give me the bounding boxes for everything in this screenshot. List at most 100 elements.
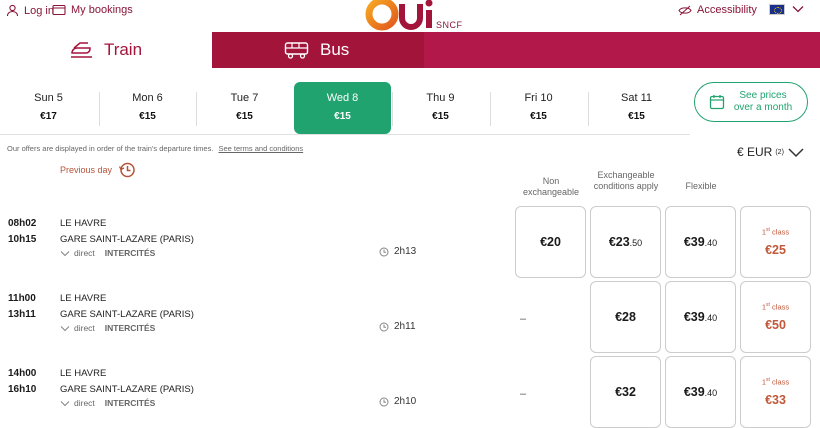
see-prices-month-button[interactable]: See prices over a month: [694, 82, 808, 122]
departure-time: 11h00: [8, 293, 36, 304]
fare-amount: €23.50: [608, 235, 643, 249]
train-type: INTERCITÉS: [104, 398, 156, 408]
date-mon-6[interactable]: Mon 6 €15: [99, 82, 196, 134]
first-class-label: 1st class: [761, 227, 790, 237]
date-sat-11[interactable]: Sat 11 €15: [588, 82, 685, 134]
accessibility-label: Accessibility: [697, 4, 757, 16]
clock-icon: [379, 322, 389, 331]
fare-first-class[interactable]: 1st class €33: [740, 356, 811, 428]
header-flexible: Flexible: [685, 181, 717, 191]
date-label: Sat 11: [621, 92, 652, 104]
fare-amount: €39.40: [683, 385, 718, 399]
date-price: €15: [139, 111, 156, 122]
first-class-label: 1st class: [761, 302, 790, 312]
journey-duration: 2h11: [379, 321, 416, 332]
fare-non-exchangeable[interactable]: €20: [515, 206, 586, 278]
date-thu-9[interactable]: Thu 9 €15: [392, 82, 489, 134]
origin-station: LE HAVRE: [60, 293, 107, 304]
fare-amount: €20: [540, 235, 561, 249]
date-label: Wed 8: [326, 92, 359, 104]
fare-amount: €39.40: [683, 310, 718, 324]
accessibility-toggle[interactable]: Accessibility: [678, 4, 757, 16]
journey-stations: LE HAVRE GARE SAINT-LAZARE (PARIS): [60, 216, 194, 248]
eye-slash-icon: [678, 5, 692, 15]
fare-flexible[interactable]: €39.40: [665, 206, 736, 278]
my-bookings-label: My bookings: [71, 4, 133, 16]
clock-back-icon: [118, 162, 135, 178]
login-link[interactable]: Log in: [6, 4, 54, 17]
fare-first-class[interactable]: 1st class €25: [740, 206, 811, 278]
fare-flexible[interactable]: €39.40: [665, 356, 736, 428]
chevron-down-icon[interactable]: [792, 5, 804, 13]
chevron-down-icon: [60, 250, 70, 256]
duration-value: 2h10: [394, 396, 417, 407]
tab-bus[interactable]: Bus: [212, 32, 820, 68]
duration-value: 2h13: [394, 246, 417, 257]
date-fri-10[interactable]: Fri 10 €15: [490, 82, 587, 134]
currency-note: (2): [775, 148, 784, 156]
login-label: Log in: [24, 4, 54, 17]
tab-bus-label: Bus: [320, 40, 350, 59]
journey-stations: LE HAVRE GARE SAINT-LAZARE (PARIS): [60, 366, 194, 398]
date-sun-5[interactable]: Sun 5 €17: [0, 82, 97, 134]
destination-station: GARE SAINT-LAZARE (PARIS): [60, 384, 194, 395]
journey-details-toggle[interactable]: direct INTERCITÉS: [60, 248, 155, 258]
chevron-down-icon: [60, 400, 70, 406]
top-bar: Log in My bookings SNCF Accessibility: [0, 0, 820, 32]
date-label: Tue 7: [230, 92, 259, 104]
date-selector: Sun 5 €17 Mon 6 €15 Tue 7 €15 Wed 8 €15 …: [0, 82, 690, 134]
destination-station: GARE SAINT-LAZARE (PARIS): [60, 309, 194, 320]
fare-amount: €50: [765, 317, 786, 332]
date-label: Mon 6: [132, 92, 163, 104]
date-tue-7[interactable]: Tue 7 €15: [196, 82, 293, 134]
journey-details-toggle[interactable]: direct INTERCITÉS: [60, 398, 155, 408]
fare-flexible[interactable]: €39.40: [665, 281, 736, 353]
first-class-label: 1st class: [761, 377, 790, 387]
chevron-down-icon: [60, 325, 70, 331]
journey-row: 08h02 10h15 LE HAVRE GARE SAINT-LAZARE (…: [0, 206, 820, 280]
previous-day-button[interactable]: Previous day: [60, 161, 136, 179]
eu-flag-icon[interactable]: [769, 4, 785, 15]
date-label: Sun 5: [34, 92, 63, 104]
currency-selector[interactable]: € EUR (2): [737, 145, 805, 159]
fare-exchangeable[interactable]: €32: [590, 356, 661, 428]
date-price: €15: [334, 111, 351, 122]
fare-first-class[interactable]: 1st class €50: [740, 281, 811, 353]
date-price: €15: [432, 111, 449, 122]
fare-exchangeable[interactable]: €23.50: [590, 206, 661, 278]
journey-duration: 2h10: [379, 396, 416, 407]
departure-time: 08h02: [8, 218, 37, 229]
journey-duration: 2h13: [379, 246, 416, 257]
train-type: INTERCITÉS: [104, 248, 156, 258]
fare-exchangeable[interactable]: €28: [590, 281, 661, 353]
arrival-time: 13h11: [8, 309, 36, 320]
ticket-icon: [52, 4, 66, 16]
clock-icon: [379, 247, 389, 256]
my-bookings-link[interactable]: My bookings: [52, 4, 133, 16]
terms-link[interactable]: See terms and conditions: [219, 144, 304, 153]
journey-type: direct: [74, 323, 95, 333]
origin-station: LE HAVRE: [60, 368, 107, 379]
journey-times: 11h00 13h11: [8, 291, 36, 323]
date-wed-8-selected[interactable]: Wed 8 €15: [294, 82, 391, 134]
chevron-down-icon: [788, 147, 804, 157]
fare-unavailable: –: [520, 388, 527, 400]
fare-amount: €28: [615, 310, 636, 324]
fare-amount: €33: [765, 392, 786, 407]
logo-sncf-text: SNCF: [436, 20, 463, 30]
clock-icon: [379, 397, 389, 406]
tab-train[interactable]: Train: [0, 32, 212, 68]
destination-station: GARE SAINT-LAZARE (PARIS): [60, 234, 194, 245]
journey-type: direct: [74, 398, 95, 408]
previous-day-label: Previous day: [60, 165, 113, 175]
journey-type: direct: [74, 248, 95, 258]
journey-row: 11h00 13h11 LE HAVRE GARE SAINT-LAZARE (…: [0, 281, 820, 355]
arrival-time: 16h10: [8, 384, 37, 395]
date-label: Thu 9: [426, 92, 455, 104]
currency-label: € EUR: [737, 145, 773, 159]
calendar-icon: [709, 95, 725, 110]
journey-row: 14h00 16h10 LE HAVRE GARE SAINT-LAZARE (…: [0, 356, 820, 428]
bus-icon: [284, 42, 309, 59]
header-non-exchangeable: Non exchangeable: [522, 176, 580, 197]
journey-details-toggle[interactable]: direct INTERCITÉS: [60, 323, 155, 333]
